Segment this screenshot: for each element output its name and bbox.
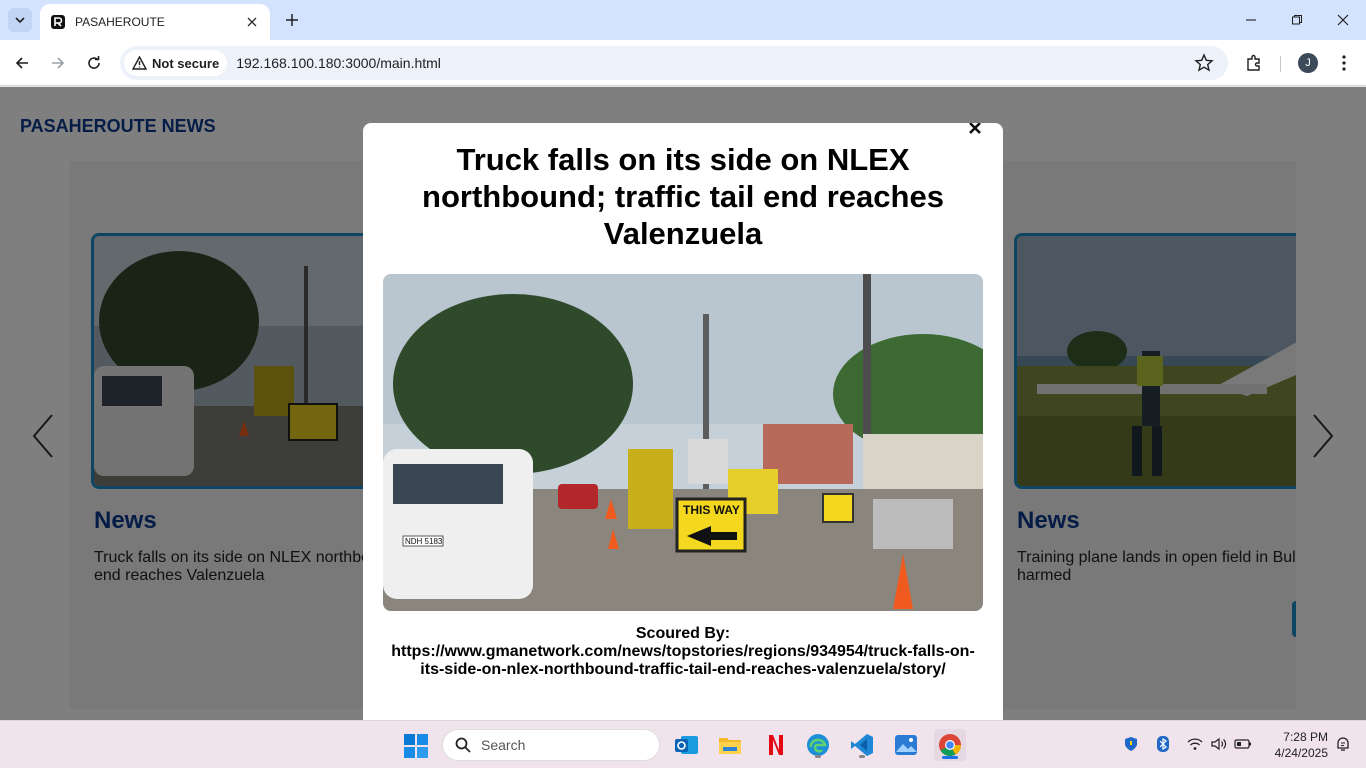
taskbar-search[interactable]: Search (442, 729, 660, 761)
volume-tray[interactable] (1210, 735, 1228, 753)
site-favicon-icon (51, 15, 65, 29)
reload-button[interactable] (82, 51, 106, 75)
restore-button[interactable] (1285, 8, 1309, 32)
photos-icon (895, 735, 917, 755)
security-chip[interactable]: Not secure (124, 50, 228, 76)
chevron-down-icon (15, 17, 25, 24)
running-indicator (815, 755, 821, 758)
profile-avatar[interactable]: J (1298, 53, 1318, 73)
taskbar-outlook[interactable] (670, 729, 702, 761)
battery-icon (1234, 739, 1251, 749)
outlook-icon (675, 736, 698, 754)
wifi-tray[interactable] (1186, 735, 1204, 753)
address-bar[interactable]: Not secure 192.168.100.180:3000/main.htm… (120, 46, 1228, 80)
chrome-icon (939, 734, 961, 756)
source-url[interactable]: https://www.gmanetwork.com/news/topstori… (383, 643, 983, 679)
taskbar-edge[interactable] (802, 729, 834, 761)
start-button[interactable] (403, 733, 429, 759)
arrow-left-icon (15, 57, 28, 69)
restore-icon (1292, 15, 1302, 25)
new-tab-button[interactable] (282, 10, 302, 30)
forward-button[interactable] (46, 51, 70, 75)
toolbar-divider (1280, 56, 1281, 72)
warning-icon (132, 56, 147, 70)
kebab-menu-icon (1342, 55, 1346, 71)
active-indicator (942, 756, 958, 759)
news-modal: Truck falls on its side on NLEX northbou… (363, 123, 1003, 720)
url-text[interactable]: 192.168.100.180:3000/main.html (236, 55, 441, 71)
browser-tab-strip: PASAHEROUTE (0, 0, 1366, 40)
modal-close-button[interactable] (964, 123, 986, 139)
minimize-button[interactable] (1239, 8, 1263, 32)
battery-tray[interactable] (1234, 735, 1252, 753)
browser-tab[interactable]: PASAHEROUTE (40, 4, 270, 40)
road-sign-text: THIS WAY (683, 503, 740, 517)
bookmark-star-icon[interactable] (1194, 53, 1214, 73)
notification-bell-icon (1337, 737, 1349, 751)
source-label: Scoured By: (635, 625, 731, 642)
modal-news-image: NDH 5183 THIS WAY (383, 274, 983, 611)
shield-icon (1125, 737, 1137, 751)
running-indicator (859, 755, 865, 758)
browser-menu-button[interactable] (1332, 51, 1356, 75)
back-button[interactable] (10, 51, 34, 75)
notifications-tray[interactable] (1334, 735, 1352, 753)
windows-taskbar: Search 7:28 PM 4/24/2025 (0, 720, 1366, 768)
clock-date: 4/24/2025 (1274, 746, 1328, 760)
minimize-icon (1246, 19, 1256, 21)
reload-icon (88, 56, 100, 69)
folder-icon (719, 738, 741, 754)
puzzle-icon (1247, 54, 1260, 71)
speaker-icon (1211, 737, 1227, 751)
taskbar-vscode[interactable] (846, 729, 878, 761)
arrow-right-icon (52, 57, 65, 69)
clock-time: 7:28 PM (1283, 730, 1328, 744)
license-plate: NDH 5183 (405, 537, 443, 546)
taskbar-clock[interactable]: 7:28 PM 4/24/2025 (1262, 729, 1328, 761)
close-icon (1337, 14, 1349, 26)
bluetooth-icon (1157, 736, 1169, 752)
search-icon (455, 737, 471, 753)
wifi-icon (1187, 738, 1203, 750)
bluetooth-tray[interactable] (1154, 735, 1172, 753)
modal-source: Scoured By: https://www.gmanetwork.com/n… (383, 625, 983, 679)
close-window-button[interactable] (1331, 8, 1355, 32)
page-viewport: PASAHEROUTE NEWS News T (0, 87, 1366, 720)
extensions-button[interactable] (1242, 51, 1266, 75)
close-icon (969, 123, 981, 134)
close-tab-icon[interactable] (244, 14, 260, 30)
taskbar-netflix[interactable] (758, 729, 790, 761)
modal-title: Truck falls on its side on NLEX northbou… (422, 142, 944, 251)
windows-logo-icon (404, 734, 428, 758)
tab-title: PASAHEROUTE (75, 15, 165, 29)
tab-search-button[interactable] (8, 8, 32, 32)
taskbar-file-explorer[interactable] (714, 729, 746, 761)
plus-icon (286, 14, 298, 26)
security-label: Not secure (152, 55, 220, 71)
taskbar-search-placeholder: Search (481, 737, 526, 753)
taskbar-chrome[interactable] (934, 729, 966, 761)
taskbar-photos[interactable] (890, 729, 922, 761)
security-shield-tray[interactable] (1122, 735, 1140, 753)
browser-toolbar: Not secure 192.168.100.180:3000/main.htm… (0, 40, 1366, 86)
netflix-icon (769, 735, 783, 755)
